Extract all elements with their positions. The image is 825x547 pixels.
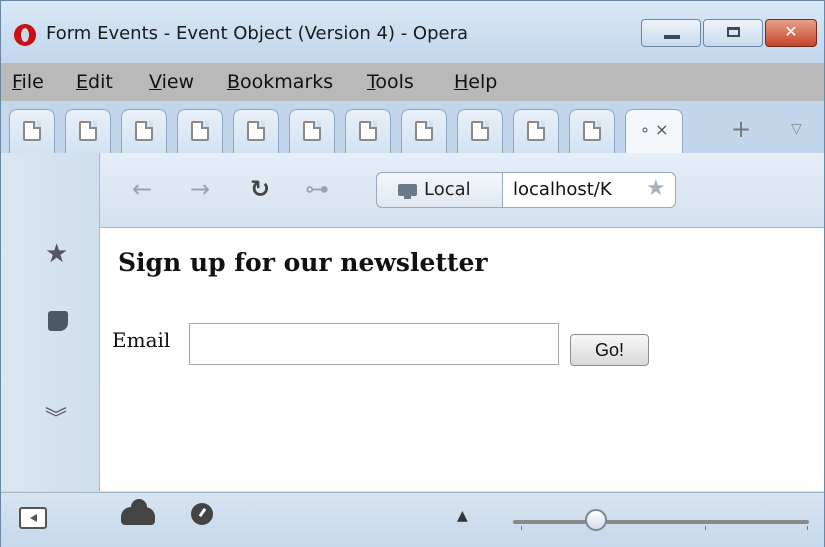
zoom-slider-track[interactable] (513, 520, 809, 524)
tab[interactable] (401, 109, 447, 153)
email-field[interactable] (189, 323, 559, 365)
menu-bar: File Edit View Bookmarks Tools Help (1, 63, 824, 101)
tab-menu-icon[interactable]: ▽ (791, 121, 802, 137)
side-panel: ★ ︾ (1, 153, 100, 491)
zoom-tick (807, 526, 808, 530)
minimize-button[interactable] (641, 19, 701, 47)
browser-window: Form Events - Event Object (Version 4) -… (0, 0, 825, 547)
tab[interactable] (345, 109, 391, 153)
reload-icon[interactable]: ↻ (250, 175, 270, 203)
page-icon (135, 121, 153, 141)
page-icon (527, 121, 545, 141)
panel-toggle-icon[interactable] (19, 507, 47, 529)
page-icon (471, 121, 489, 141)
minimize-icon (664, 35, 680, 39)
title-bar: Form Events - Event Object (Version 4) -… (1, 1, 824, 63)
address-text: localhost/K (513, 179, 612, 200)
forward-icon[interactable]: → (190, 175, 210, 203)
tab[interactable] (233, 109, 279, 153)
zoom-tick (705, 526, 706, 530)
maximize-button[interactable] (703, 19, 763, 47)
notes-icon[interactable] (48, 311, 68, 331)
new-tab-icon[interactable]: + (731, 115, 751, 143)
tab[interactable] (513, 109, 559, 153)
close-icon: ✕ (784, 22, 798, 41)
opera-logo-icon (14, 24, 36, 46)
back-icon[interactable]: ← (132, 175, 152, 203)
star-icon[interactable]: ★ (45, 239, 68, 269)
tab[interactable] (289, 109, 335, 153)
zoom-up-arrow-icon[interactable]: ▲ (457, 508, 468, 524)
page-icon (415, 121, 433, 141)
page-icon (79, 121, 97, 141)
expand-icon[interactable]: ︾ (45, 401, 67, 433)
tab-strip: ∘ × (1, 101, 824, 153)
speed-dial-icon[interactable] (191, 503, 213, 525)
close-button[interactable]: ✕ (765, 19, 817, 47)
page-icon (191, 121, 209, 141)
monitor-icon (398, 184, 417, 199)
email-label: Email (112, 328, 171, 352)
tab-close-icon[interactable]: ∘ × (640, 120, 669, 139)
window-title: Form Events - Event Object (Version 4) -… (46, 23, 469, 44)
key-icon[interactable]: ⊶ (305, 175, 329, 203)
address-toolbar: ← → ↻ ⊶ Local localhost/K ★ (100, 153, 824, 228)
page-icon (303, 121, 321, 141)
zoom-slider-thumb[interactable] (585, 509, 607, 531)
page-icon (359, 121, 377, 141)
page-icon (247, 121, 265, 141)
menu-edit[interactable]: Edit (76, 71, 113, 93)
tab-active[interactable]: ∘ × (625, 109, 683, 153)
tab[interactable] (9, 109, 55, 153)
tab[interactable] (569, 109, 615, 153)
tab[interactable] (457, 109, 503, 153)
menu-help[interactable]: Help (454, 71, 497, 93)
page-content: Sign up for our newsletter Email Go! (100, 228, 824, 491)
menu-file[interactable]: File (12, 71, 44, 93)
status-bar: ▲ (1, 492, 824, 547)
menu-view[interactable]: View (149, 71, 194, 93)
menu-bookmarks[interactable]: Bookmarks (227, 71, 333, 93)
bookmark-star-icon[interactable]: ★ (646, 176, 666, 201)
local-badge[interactable]: Local (376, 172, 502, 208)
local-label: Local (424, 179, 471, 200)
go-button[interactable]: Go! (570, 334, 649, 366)
zoom-tick (521, 526, 522, 530)
tab[interactable] (65, 109, 111, 153)
page-icon (23, 121, 41, 141)
menu-tools[interactable]: Tools (367, 71, 414, 93)
cloud-icon[interactable] (121, 499, 155, 525)
tab[interactable] (177, 109, 223, 153)
page-icon (583, 121, 601, 141)
maximize-icon (727, 27, 740, 37)
tab[interactable] (121, 109, 167, 153)
address-field[interactable]: localhost/K ★ (502, 172, 676, 208)
page-heading: Sign up for our newsletter (118, 248, 488, 277)
